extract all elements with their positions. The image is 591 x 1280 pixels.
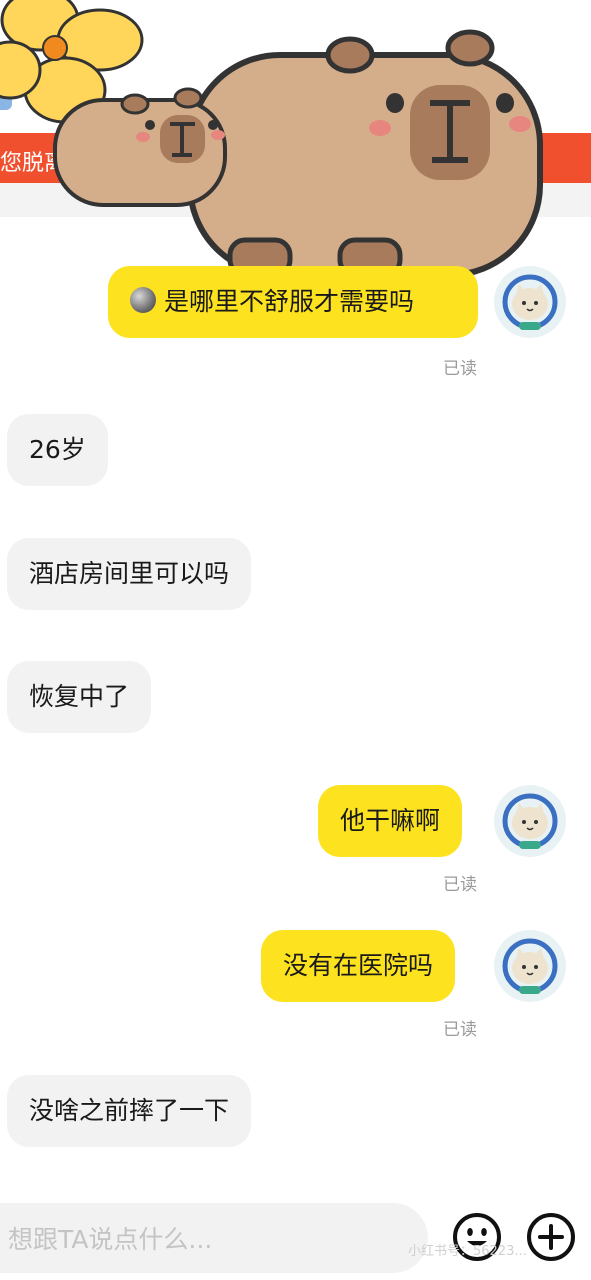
incoming-message-bubble[interactable]: 26岁	[7, 414, 108, 486]
message-input-bar	[0, 1203, 428, 1275]
blue-tab-edge	[0, 60, 12, 110]
incoming-message-bubble[interactable]: 酒店房间里可以吗	[7, 538, 252, 610]
avatar[interactable]	[494, 785, 566, 857]
message-text: 没有在医院吗	[283, 951, 434, 980]
banner-text: 您脱离	[0, 151, 67, 176]
outgoing-message-bubble[interactable]: 是哪里不舒服才需要吗	[108, 266, 478, 338]
outgoing-message-bubble[interactable]: 没有在医院吗	[261, 930, 456, 1002]
header-gray-strip	[0, 183, 591, 217]
message-text: 恢复中了	[29, 682, 130, 711]
message-text: 没啥之前摔了一下	[29, 1096, 230, 1125]
message-input[interactable]	[6, 1203, 420, 1275]
message-text: 26岁	[29, 435, 86, 464]
moon-icon	[130, 287, 156, 313]
cat-astronaut-icon	[496, 268, 564, 336]
add-icon[interactable]	[525, 1211, 577, 1263]
message-text: 酒店房间里可以吗	[29, 559, 230, 588]
read-receipt: 已读	[443, 359, 477, 379]
top-header-area: 您脱离	[0, 0, 591, 220]
message-text: 他干嘛啊	[340, 806, 441, 835]
incoming-message-bubble[interactable]: 恢复中了	[7, 661, 152, 733]
cat-astronaut-icon	[496, 932, 564, 1000]
avatar[interactable]	[494, 266, 566, 338]
cat-astronaut-icon	[496, 787, 564, 855]
incoming-message-bubble[interactable]: 没啥之前摔了一下	[7, 1075, 252, 1147]
watermark: 小红书号：56223...	[408, 1244, 527, 1259]
outgoing-message-bubble[interactable]: 他干嘛啊	[318, 785, 463, 857]
message-text: 是哪里不舒服才需要吗	[164, 287, 415, 316]
read-receipt: 已读	[443, 1020, 477, 1040]
red-notice-banner[interactable]: 您脱离	[0, 133, 591, 183]
avatar[interactable]	[494, 930, 566, 1002]
read-receipt: 已读	[443, 875, 477, 895]
